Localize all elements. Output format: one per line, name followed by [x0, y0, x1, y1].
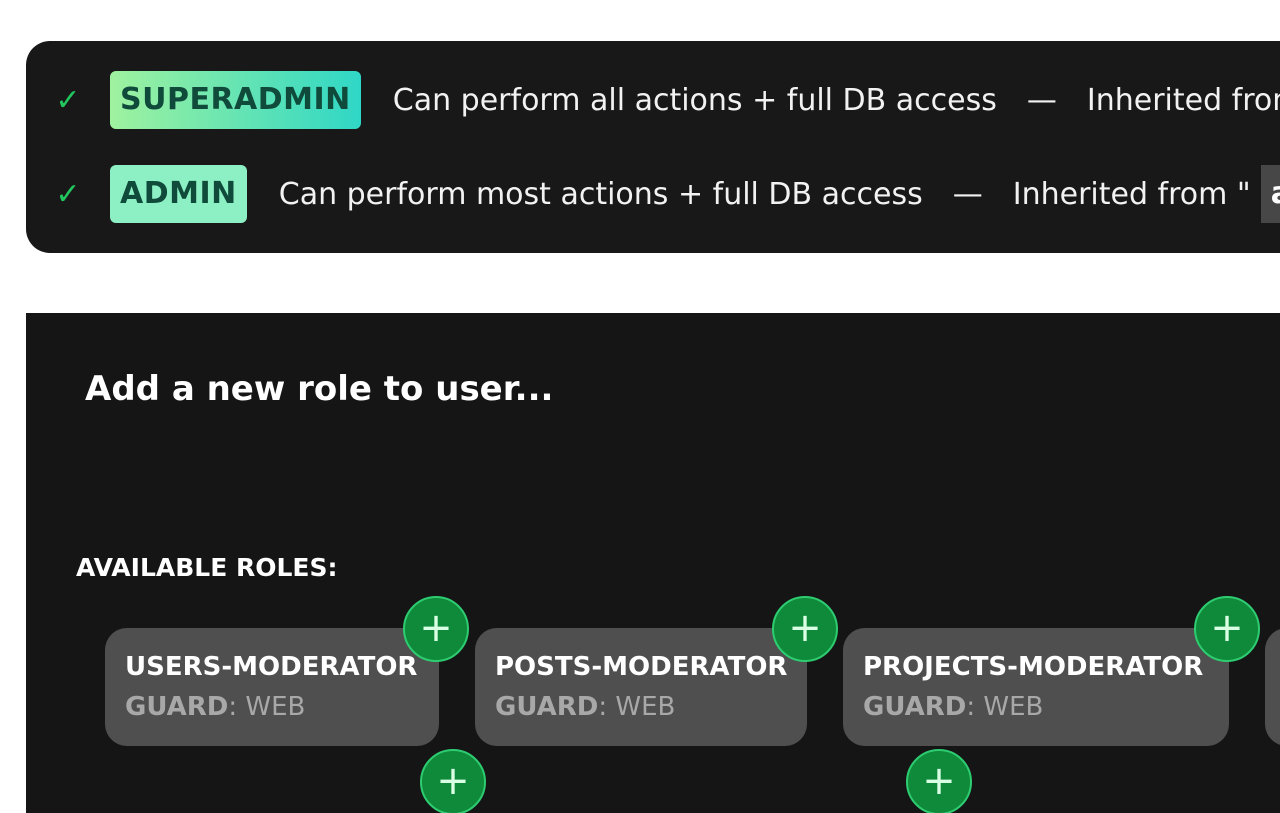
check-icon: ✓ — [55, 82, 81, 118]
separator: — — [1026, 82, 1057, 118]
inherited-source-tag: admi — [1260, 165, 1280, 223]
assigned-roles-panel: ✓ SUPERADMIN Can perform all actions + f… — [26, 41, 1280, 253]
role-card-name: POSTS-MODERATOR — [495, 652, 788, 682]
inherited-text: Inherited from " — [1086, 82, 1280, 118]
role-description: Can perform most actions + full DB acces… — [278, 176, 923, 212]
role-description: Can perform all actions + full DB access — [392, 82, 997, 118]
role-card-posts-moderator[interactable]: POSTS-MODERATOR GUARD: WEB — [475, 628, 807, 746]
role-card-name: PROJECTS-MODERATOR — [863, 652, 1204, 682]
add-role-button-next-row[interactable]: + — [420, 749, 486, 813]
add-role-panel: Add a new role to user... AVAILABLE ROLE… — [26, 313, 1280, 813]
assigned-role-row: ✓ ADMIN Can perform most actions + full … — [26, 164, 1280, 224]
role-card-name: USERS-MODERATOR — [125, 652, 418, 682]
role-card-partial[interactable] — [1265, 628, 1280, 746]
role-card-users-moderator[interactable]: USERS-MODERATOR GUARD: WEB — [105, 628, 439, 746]
role-card-guard: GUARD: WEB — [495, 692, 676, 722]
add-role-button-next-row[interactable]: + — [906, 749, 972, 813]
role-card-guard: GUARD: WEB — [125, 692, 306, 722]
assigned-role-row: ✓ SUPERADMIN Can perform all actions + f… — [26, 70, 1280, 130]
separator: — — [952, 176, 983, 212]
add-role-title: Add a new role to user... — [85, 369, 554, 409]
role-badge-admin: ADMIN — [110, 165, 247, 223]
add-role-button-projects-moderator[interactable]: + — [1194, 596, 1260, 662]
available-roles-label: AVAILABLE ROLES: — [76, 553, 338, 582]
add-role-button-posts-moderator[interactable]: + — [772, 596, 838, 662]
check-icon: ✓ — [55, 176, 81, 212]
inherited-text: Inherited from " — [1012, 176, 1251, 212]
add-role-button-users-moderator[interactable]: + — [403, 596, 469, 662]
role-card-guard: GUARD: WEB — [863, 692, 1044, 722]
role-badge-superadmin: SUPERADMIN — [110, 71, 361, 129]
role-card-projects-moderator[interactable]: PROJECTS-MODERATOR GUARD: WEB — [843, 628, 1229, 746]
